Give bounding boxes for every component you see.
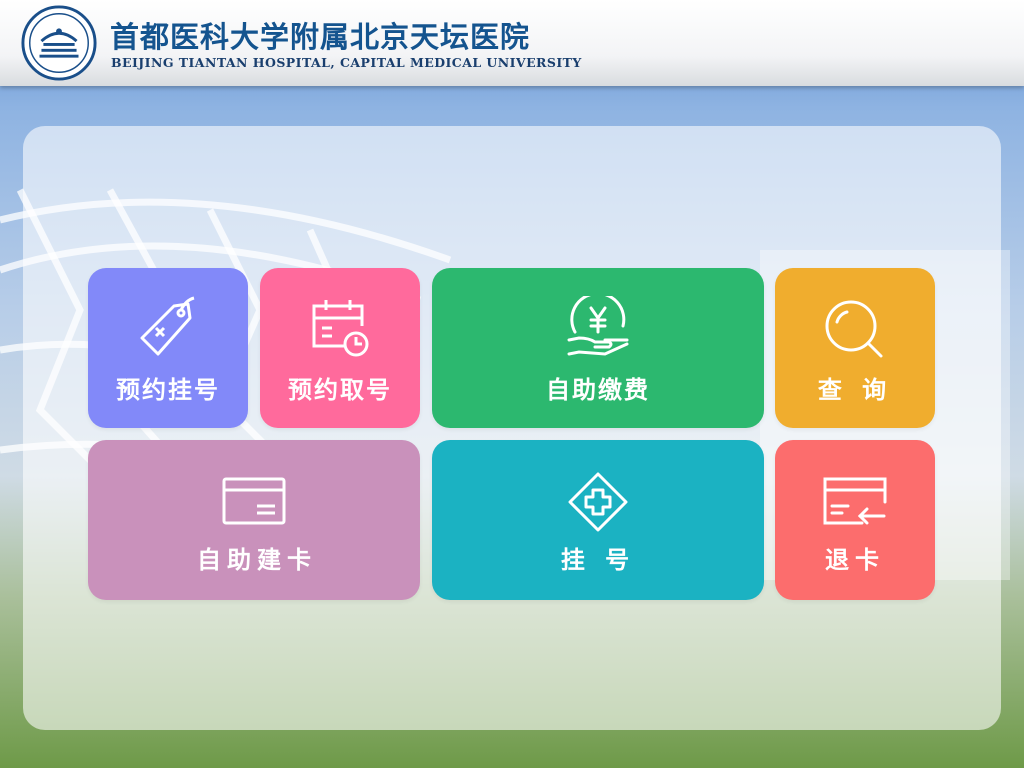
calendar-clock-icon (312, 300, 369, 357)
header-bar: 首都医科大学附属北京天坛医院 BEIJING TIANTAN HOSPITAL,… (0, 0, 1024, 86)
return-card-button[interactable]: 退卡 (775, 440, 935, 600)
hospital-name-en: BEIJING TIANTAN HOSPITAL, CAPITAL MEDICA… (111, 55, 582, 70)
query-button[interactable]: 查 询 (775, 268, 935, 428)
self-payment-label: 自助缴费 (546, 376, 650, 404)
appointment-pickup-label: 预约取号 (288, 376, 392, 404)
hospital-name-cn: 首都医科大学附属北京天坛医院 (110, 20, 531, 54)
return-card-label: 退卡 (825, 546, 885, 574)
self-payment-button[interactable]: 自助缴费 (432, 268, 764, 428)
medical-cross-diamond-icon (568, 472, 628, 532)
card-icon (222, 477, 286, 525)
magnifier-icon (825, 300, 883, 358)
appointment-pickup-button[interactable]: 预约取号 (260, 268, 420, 428)
main-menu-panel: 预约挂号 预约取号 自助缴费 查 询 自助建卡 挂 号 退卡 (23, 126, 1001, 730)
yuan-coin-hand-icon (567, 296, 629, 356)
register-label: 挂 号 (560, 546, 636, 574)
self-create-card-label: 自助建卡 (197, 546, 317, 574)
appointment-register-label: 预约挂号 (116, 376, 220, 404)
query-label: 查 询 (817, 376, 893, 404)
tag-icon (140, 296, 195, 356)
card-return-icon (823, 477, 887, 525)
self-create-card-button[interactable]: 自助建卡 (88, 440, 420, 600)
register-button[interactable]: 挂 号 (432, 440, 764, 600)
hospital-logo-icon (21, 5, 97, 81)
appointment-register-button[interactable]: 预约挂号 (88, 268, 248, 428)
